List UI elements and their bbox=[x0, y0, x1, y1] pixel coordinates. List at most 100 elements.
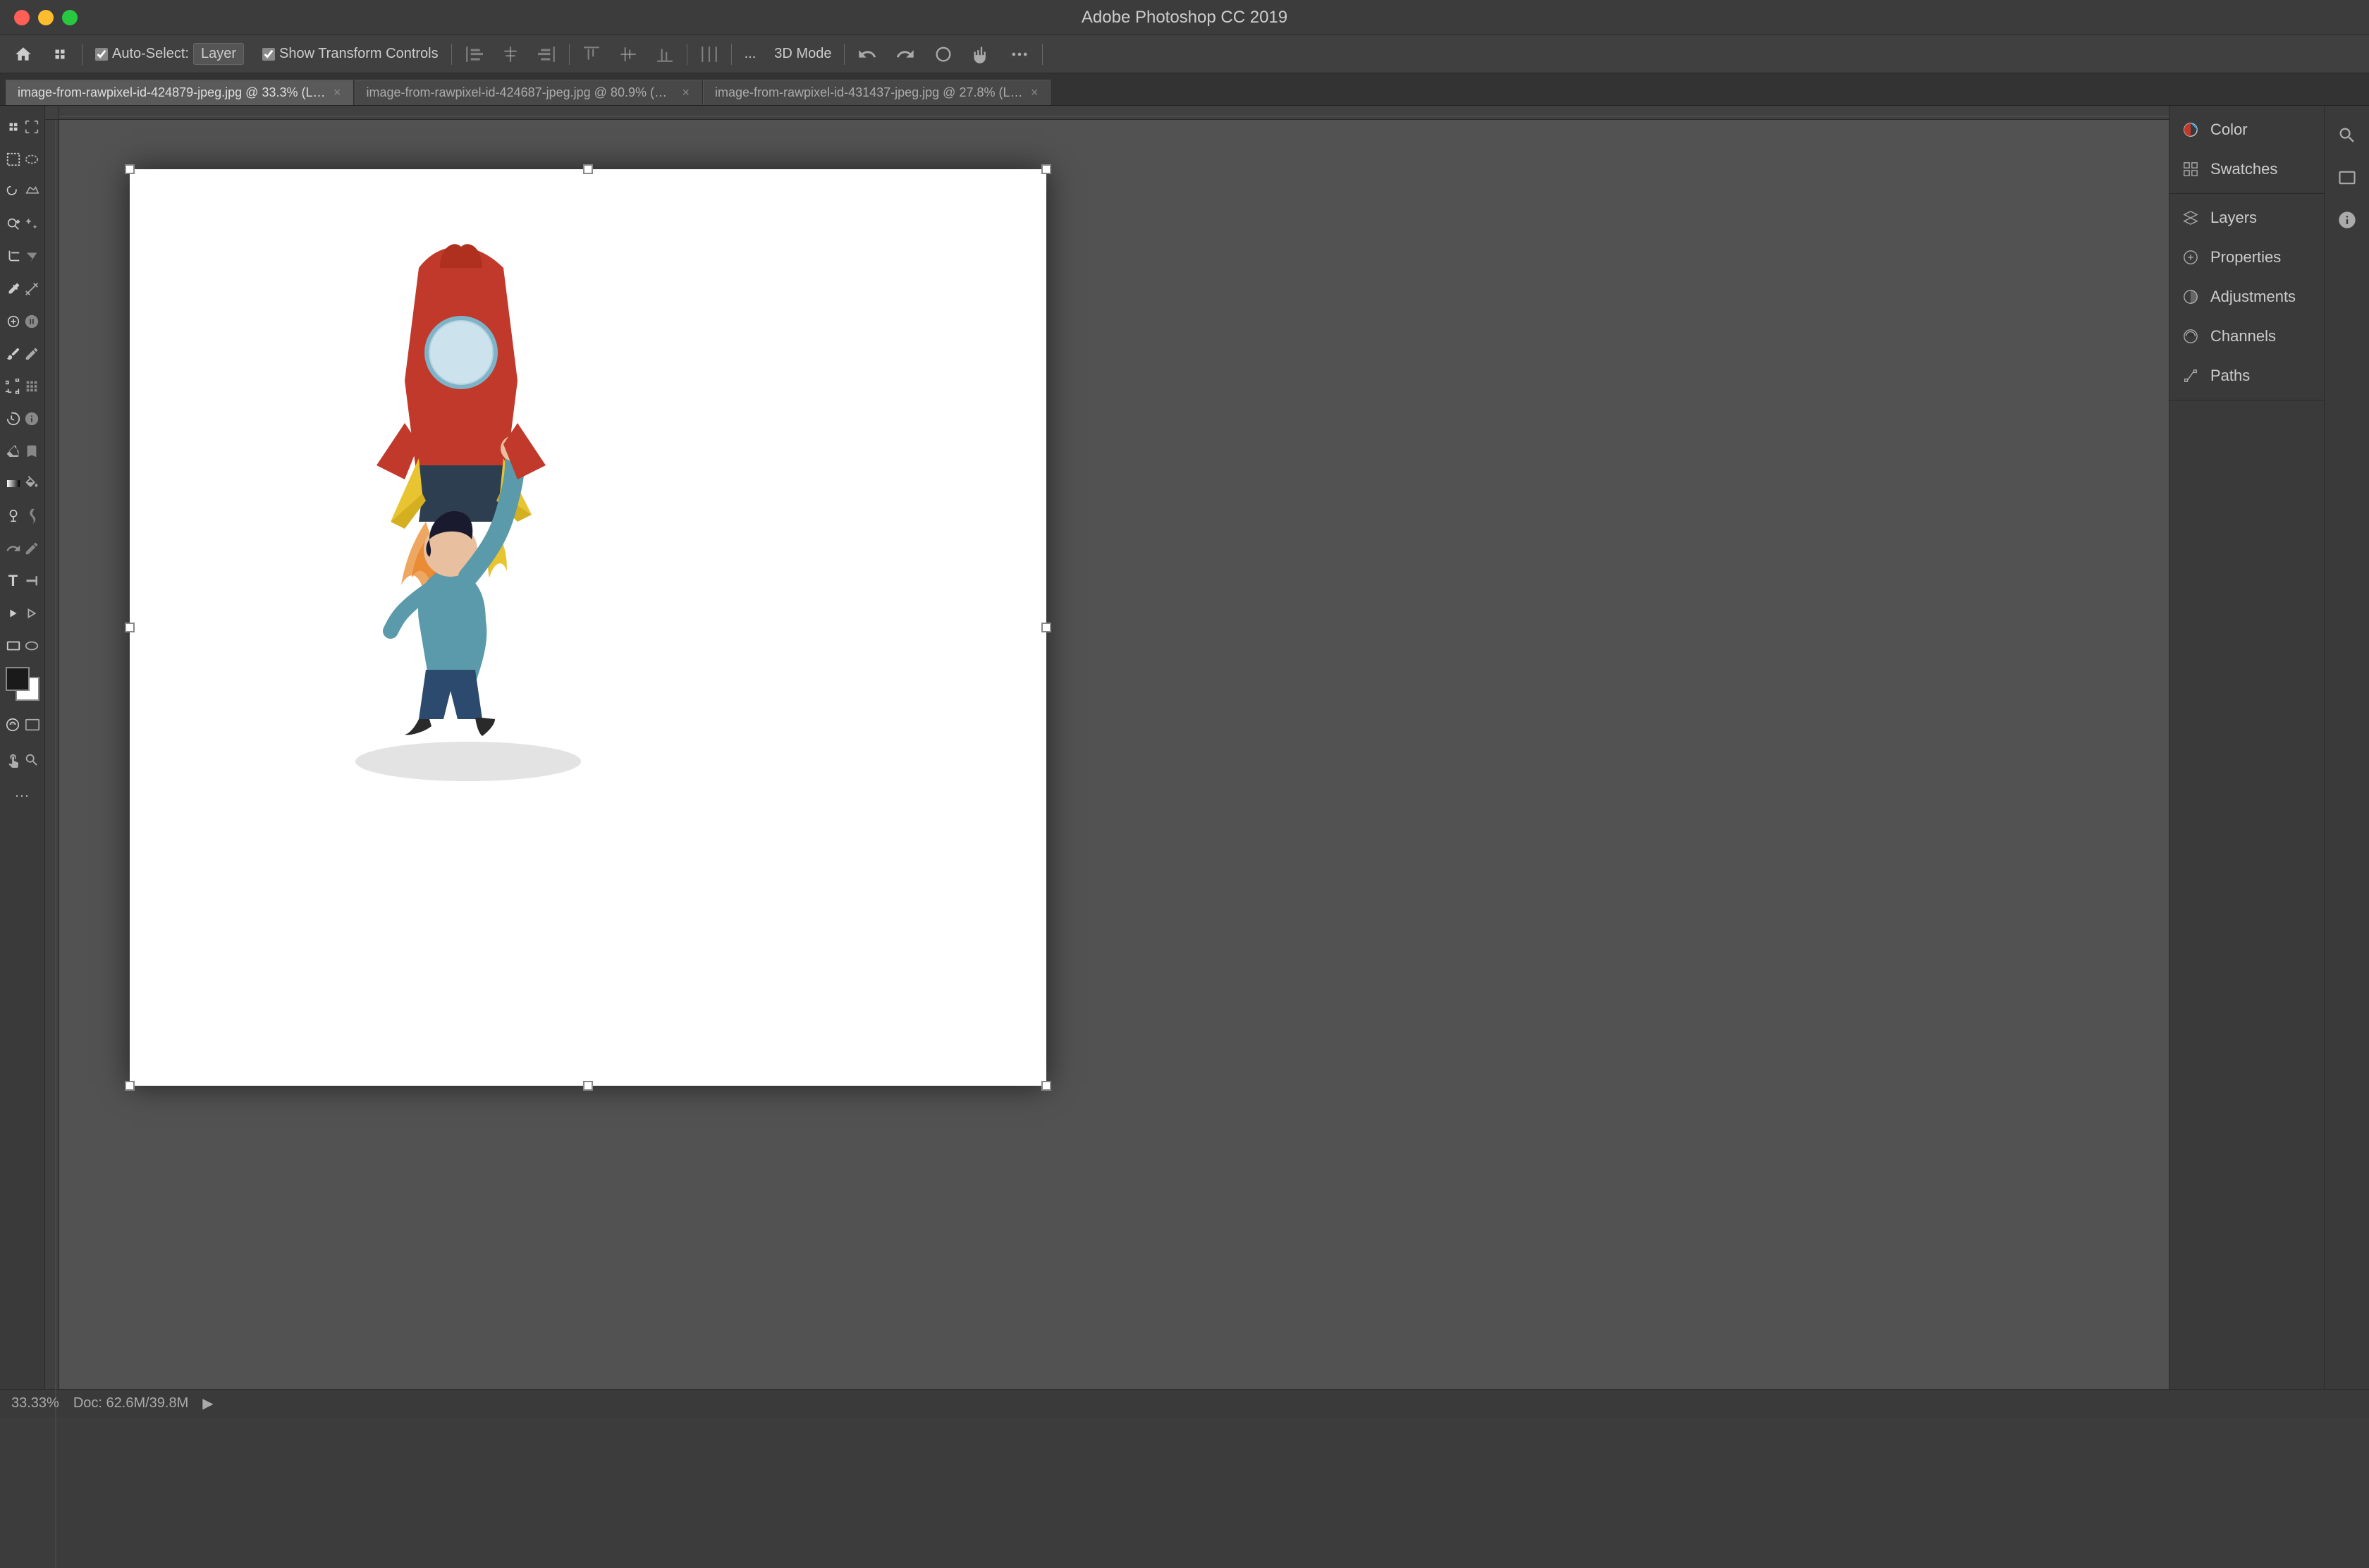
tool-patch[interactable] bbox=[23, 306, 40, 337]
foreground-color[interactable] bbox=[6, 667, 30, 691]
adjustments-label: Adjustments bbox=[2210, 288, 2296, 306]
tool-pen[interactable] bbox=[5, 533, 22, 564]
color-icon bbox=[2181, 120, 2200, 140]
show-transform-check[interactable]: Show Transform Controls bbox=[257, 43, 444, 65]
show-transform-checkbox[interactable] bbox=[262, 48, 275, 61]
handle-mid-left[interactable] bbox=[125, 623, 135, 632]
tab-0-close[interactable]: × bbox=[333, 85, 341, 100]
handle-mid-right[interactable] bbox=[1041, 623, 1051, 632]
quick-mask-btn[interactable] bbox=[4, 709, 21, 740]
tool-ellipse-shape[interactable] bbox=[23, 630, 40, 661]
align-right[interactable] bbox=[532, 42, 562, 66]
panel-row-paths[interactable]: Paths bbox=[2169, 356, 2324, 396]
auto-select-checkbox[interactable] bbox=[95, 48, 108, 61]
handle-bot-right[interactable] bbox=[1041, 1081, 1051, 1091]
tool-history-brush[interactable] bbox=[5, 403, 22, 434]
tool-bg-eraser[interactable] bbox=[23, 436, 40, 467]
3d-mode-label: 3D Mode bbox=[774, 46, 831, 62]
maximize-button[interactable] bbox=[62, 10, 78, 25]
handle-top-left[interactable] bbox=[125, 164, 135, 174]
tool-zoom[interactable] bbox=[23, 745, 40, 776]
tool-paint-bucket[interactable] bbox=[23, 468, 40, 499]
tool-type-h[interactable]: T bbox=[5, 565, 22, 596]
panel-row-color[interactable]: Color bbox=[2169, 110, 2324, 149]
tool-eraser[interactable] bbox=[5, 436, 22, 467]
fg-bg-colors[interactable] bbox=[6, 667, 39, 701]
panel-row-swatches[interactable]: Swatches bbox=[2169, 149, 2324, 189]
tool-type-v[interactable]: T bbox=[23, 565, 40, 596]
tool-artboard[interactable] bbox=[23, 111, 40, 142]
handle-top-right[interactable] bbox=[1041, 164, 1051, 174]
auto-select-check[interactable]: Auto-Select: Layer bbox=[90, 40, 250, 68]
align-left[interactable] bbox=[459, 42, 489, 66]
tool-gradient[interactable] bbox=[5, 468, 22, 499]
handle-bot-center[interactable] bbox=[583, 1081, 593, 1091]
panel-row-properties[interactable]: Properties bbox=[2169, 238, 2324, 277]
tool-clone[interactable] bbox=[5, 371, 22, 402]
tool-direct-select[interactable] bbox=[23, 598, 40, 629]
window-controls[interactable] bbox=[14, 10, 78, 25]
align-center-h[interactable] bbox=[496, 42, 525, 66]
tool-quick-select[interactable] bbox=[5, 209, 22, 240]
handle-top-center[interactable] bbox=[583, 164, 593, 174]
panel-row-channels[interactable]: Channels bbox=[2169, 317, 2324, 356]
align-bottom[interactable] bbox=[650, 42, 680, 66]
tool-path-select[interactable] bbox=[5, 598, 22, 629]
tool-lasso[interactable] bbox=[5, 176, 22, 207]
align-middle-v[interactable] bbox=[613, 42, 643, 66]
status-expand[interactable]: ▶ bbox=[202, 1395, 213, 1412]
doc-size: Doc: 62.6M/39.8M bbox=[73, 1395, 188, 1411]
screen-mode-btn[interactable] bbox=[24, 709, 41, 740]
tool-free-pen[interactable] bbox=[23, 533, 40, 564]
3d-mode[interactable]: 3D Mode bbox=[769, 43, 837, 65]
tool-pencil[interactable] bbox=[23, 338, 40, 369]
close-button[interactable] bbox=[14, 10, 30, 25]
tool-dodge[interactable] bbox=[5, 501, 22, 532]
distribute-left[interactable] bbox=[694, 42, 724, 66]
tool-art-history[interactable] bbox=[23, 403, 40, 434]
tool-rect-shape[interactable] bbox=[5, 630, 22, 661]
handle-bot-left[interactable] bbox=[125, 1081, 135, 1091]
paths-label: Paths bbox=[2210, 367, 2250, 385]
minimize-button[interactable] bbox=[38, 10, 54, 25]
search-btn[interactable] bbox=[2329, 117, 2365, 154]
hand-tool-alt[interactable] bbox=[966, 42, 997, 67]
undo-history[interactable] bbox=[852, 42, 883, 67]
extra-tools[interactable] bbox=[1004, 42, 1035, 67]
zoom-extra[interactable] bbox=[928, 42, 959, 67]
tool-spot-heal[interactable] bbox=[5, 306, 22, 337]
tab-2-close[interactable]: × bbox=[1031, 85, 1039, 100]
align-top[interactable] bbox=[577, 42, 606, 66]
tool-crop[interactable] bbox=[5, 241, 22, 272]
separator5 bbox=[731, 44, 732, 65]
tool-measure[interactable] bbox=[23, 274, 40, 305]
more-options[interactable]: ... bbox=[739, 43, 762, 65]
home-button[interactable] bbox=[8, 42, 38, 66]
tool-brush[interactable] bbox=[5, 338, 22, 369]
paths-icon bbox=[2181, 366, 2200, 386]
tool-eyedropper[interactable] bbox=[5, 274, 22, 305]
ruler-vertical bbox=[45, 120, 59, 1389]
screen-size-btn[interactable] bbox=[2329, 159, 2365, 196]
layer-dropdown[interactable]: Layer bbox=[193, 43, 244, 65]
tab-2[interactable]: image-from-rawpixel-id-431437-jpeg.jpg @… bbox=[703, 80, 1051, 105]
tool-burn[interactable] bbox=[23, 501, 40, 532]
tool-poly-lasso[interactable] bbox=[23, 176, 40, 207]
tab-1-close[interactable]: × bbox=[682, 85, 690, 100]
tool-slice[interactable] bbox=[23, 241, 40, 272]
tool-pattern-stamp[interactable] bbox=[23, 371, 40, 402]
learn-panel-btn[interactable] bbox=[2329, 202, 2365, 238]
show-transform-label: Show Transform Controls bbox=[279, 46, 439, 62]
panel-row-adjustments[interactable]: Adjustments bbox=[2169, 277, 2324, 317]
tab-0[interactable]: image-from-rawpixel-id-424879-jpeg.jpg @… bbox=[6, 80, 353, 105]
tool-rect-marquee[interactable] bbox=[5, 144, 22, 175]
panel-row-layers[interactable]: Layers bbox=[2169, 198, 2324, 238]
redo-history[interactable] bbox=[890, 42, 921, 67]
tab-1[interactable]: image-from-rawpixel-id-424687-jpeg.jpg @… bbox=[355, 80, 702, 105]
tool-move[interactable] bbox=[5, 111, 22, 142]
layers-icon bbox=[2181, 208, 2200, 228]
tool-ellipse-marquee[interactable] bbox=[23, 144, 40, 175]
tool-more[interactable]: ··· bbox=[6, 780, 39, 811]
tool-hand[interactable] bbox=[5, 745, 22, 776]
tool-magic-wand[interactable] bbox=[23, 209, 40, 240]
